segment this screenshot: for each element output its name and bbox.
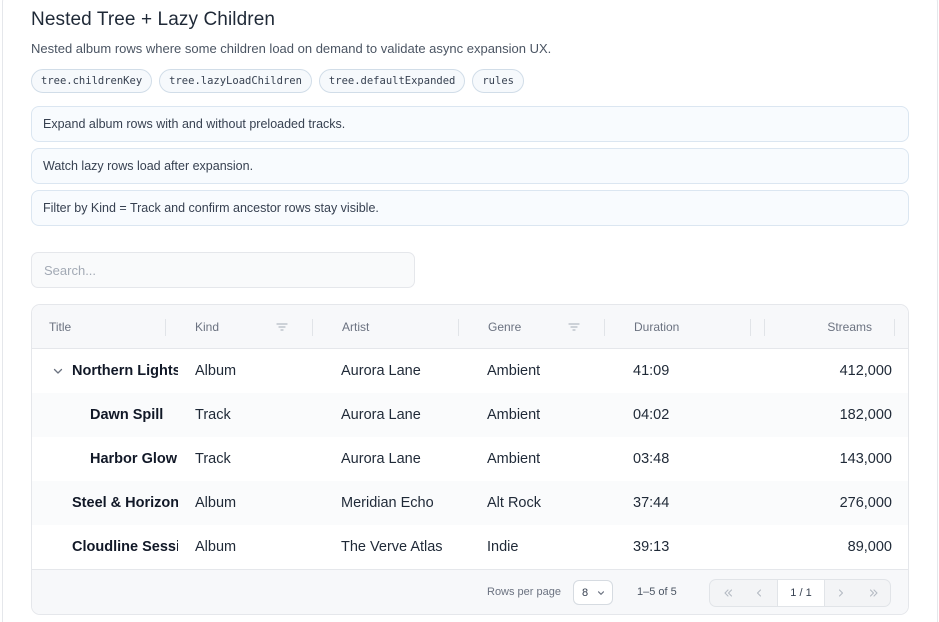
column-resizer[interactable]	[312, 319, 313, 336]
cell-duration: 41:09	[633, 363, 670, 379]
cell-duration: 04:02	[633, 407, 670, 423]
chevron-down-icon[interactable]	[51, 364, 65, 378]
cell-duration: 03:48	[633, 451, 670, 467]
cell-duration: 39:13	[633, 539, 670, 555]
instruction-note: Watch lazy rows load after expansion.	[31, 148, 909, 184]
cell-streams: 89,000	[847, 539, 892, 555]
cell-artist: Aurora Lane	[341, 407, 421, 423]
filter-icon[interactable]	[567, 320, 581, 334]
page-title: Nested Tree + Lazy Children	[31, 9, 276, 30]
instruction-list: Expand album rows with and without prelo…	[31, 106, 909, 232]
rows-per-page-value: 8	[582, 586, 589, 599]
pagination-range: 1–5 of 5	[637, 586, 677, 598]
column-header-duration[interactable]: Duration	[634, 305, 679, 349]
cell-streams: 182,000	[839, 407, 892, 423]
cell-title: Dawn Spill	[90, 407, 164, 423]
cell-artist: Meridian Echo	[341, 495, 434, 511]
cell-streams: 276,000	[839, 495, 892, 511]
page-subtitle: Nested album rows where some children lo…	[31, 41, 552, 56]
table-row[interactable]: Harbor Glow Track Aurora Lane Ambient 03…	[32, 437, 908, 481]
chevron-down-icon	[597, 591, 605, 595]
cell-duration: 37:44	[633, 495, 670, 511]
column-header-genre[interactable]: Genre	[488, 305, 521, 349]
table-header: Title Kind Artist Genre Duration Streams	[32, 305, 908, 349]
search-input[interactable]	[31, 252, 415, 288]
cell-genre: Alt Rock	[487, 495, 541, 511]
tree-table: Title Kind Artist Genre Duration Streams…	[31, 304, 909, 615]
cell-title: Cloudline Sessions	[72, 539, 178, 555]
cell-genre: Ambient	[487, 451, 541, 467]
column-resizer[interactable]	[764, 319, 765, 336]
column-resizer[interactable]	[458, 319, 459, 336]
column-header-title[interactable]: Title	[49, 305, 71, 349]
table-row[interactable]: Dawn Spill Track Aurora Lane Ambient 04:…	[32, 393, 908, 437]
cell-title: Harbor Glow	[90, 451, 178, 467]
cell-kind: Album	[195, 363, 237, 379]
instruction-note: Filter by Kind = Track and confirm ances…	[31, 190, 909, 226]
cell-artist: The Verve Atlas	[341, 539, 443, 555]
prev-page-button[interactable]	[744, 580, 774, 606]
chevron-left-icon	[756, 589, 762, 597]
column-resizer[interactable]	[750, 319, 751, 336]
cell-genre: Ambient	[487, 363, 541, 379]
column-resizer[interactable]	[894, 319, 895, 336]
cell-artist: Aurora Lane	[341, 363, 421, 379]
cell-artist: Aurora Lane	[341, 451, 421, 467]
cell-kind: Track	[195, 407, 231, 423]
chip-rules[interactable]: rules	[472, 69, 524, 93]
column-resizer[interactable]	[165, 319, 166, 336]
column-header-streams[interactable]: Streams	[772, 305, 872, 349]
cell-title: Northern Lights	[72, 363, 178, 379]
table-row[interactable]: Cloudline Sessions Album The Verve Atlas…	[32, 525, 908, 569]
column-header-artist[interactable]: Artist	[342, 305, 369, 349]
table-row[interactable]: Northern Lights Album Aurora Lane Ambien…	[32, 349, 908, 393]
instruction-note: Expand album rows with and without prelo…	[31, 106, 909, 142]
cell-streams: 143,000	[839, 451, 892, 467]
table-footer: Rows per page 8 1–5 of 5 1 / 1	[32, 569, 908, 614]
chip-tree-lazy-load-children[interactable]: tree.lazyLoadChildren	[159, 69, 312, 93]
cell-kind: Track	[195, 451, 231, 467]
cell-genre: Indie	[487, 539, 519, 555]
chevrons-left-icon	[724, 589, 733, 597]
next-page-button[interactable]	[826, 580, 856, 606]
rows-per-page-label: Rows per page	[487, 586, 561, 598]
chip-tree-children-key[interactable]: tree.childrenKey	[31, 69, 153, 93]
first-page-button[interactable]	[713, 580, 743, 606]
page-indicator: 1 / 1	[777, 580, 825, 606]
column-header-kind[interactable]: Kind	[195, 305, 219, 349]
cell-kind: Album	[195, 495, 237, 511]
filter-icon[interactable]	[275, 320, 289, 334]
cell-title: Steel & Horizon	[72, 495, 178, 511]
cell-streams: 412,000	[839, 363, 892, 379]
rows-per-page-select[interactable]: 8	[573, 580, 613, 605]
table-row[interactable]: Steel & Horizon Album Meridian Echo Alt …	[32, 481, 908, 525]
chip-tree-default-expanded[interactable]: tree.defaultExpanded	[318, 69, 466, 93]
pagination-controls: 1 / 1	[709, 579, 891, 607]
chevron-right-icon	[838, 589, 844, 597]
chevrons-right-icon	[869, 589, 878, 597]
cell-kind: Album	[195, 539, 237, 555]
column-resizer[interactable]	[604, 319, 605, 336]
last-page-button[interactable]	[859, 580, 889, 606]
cell-genre: Ambient	[487, 407, 541, 423]
feature-chips: tree.childrenKey tree.lazyLoadChildren t…	[31, 69, 524, 93]
